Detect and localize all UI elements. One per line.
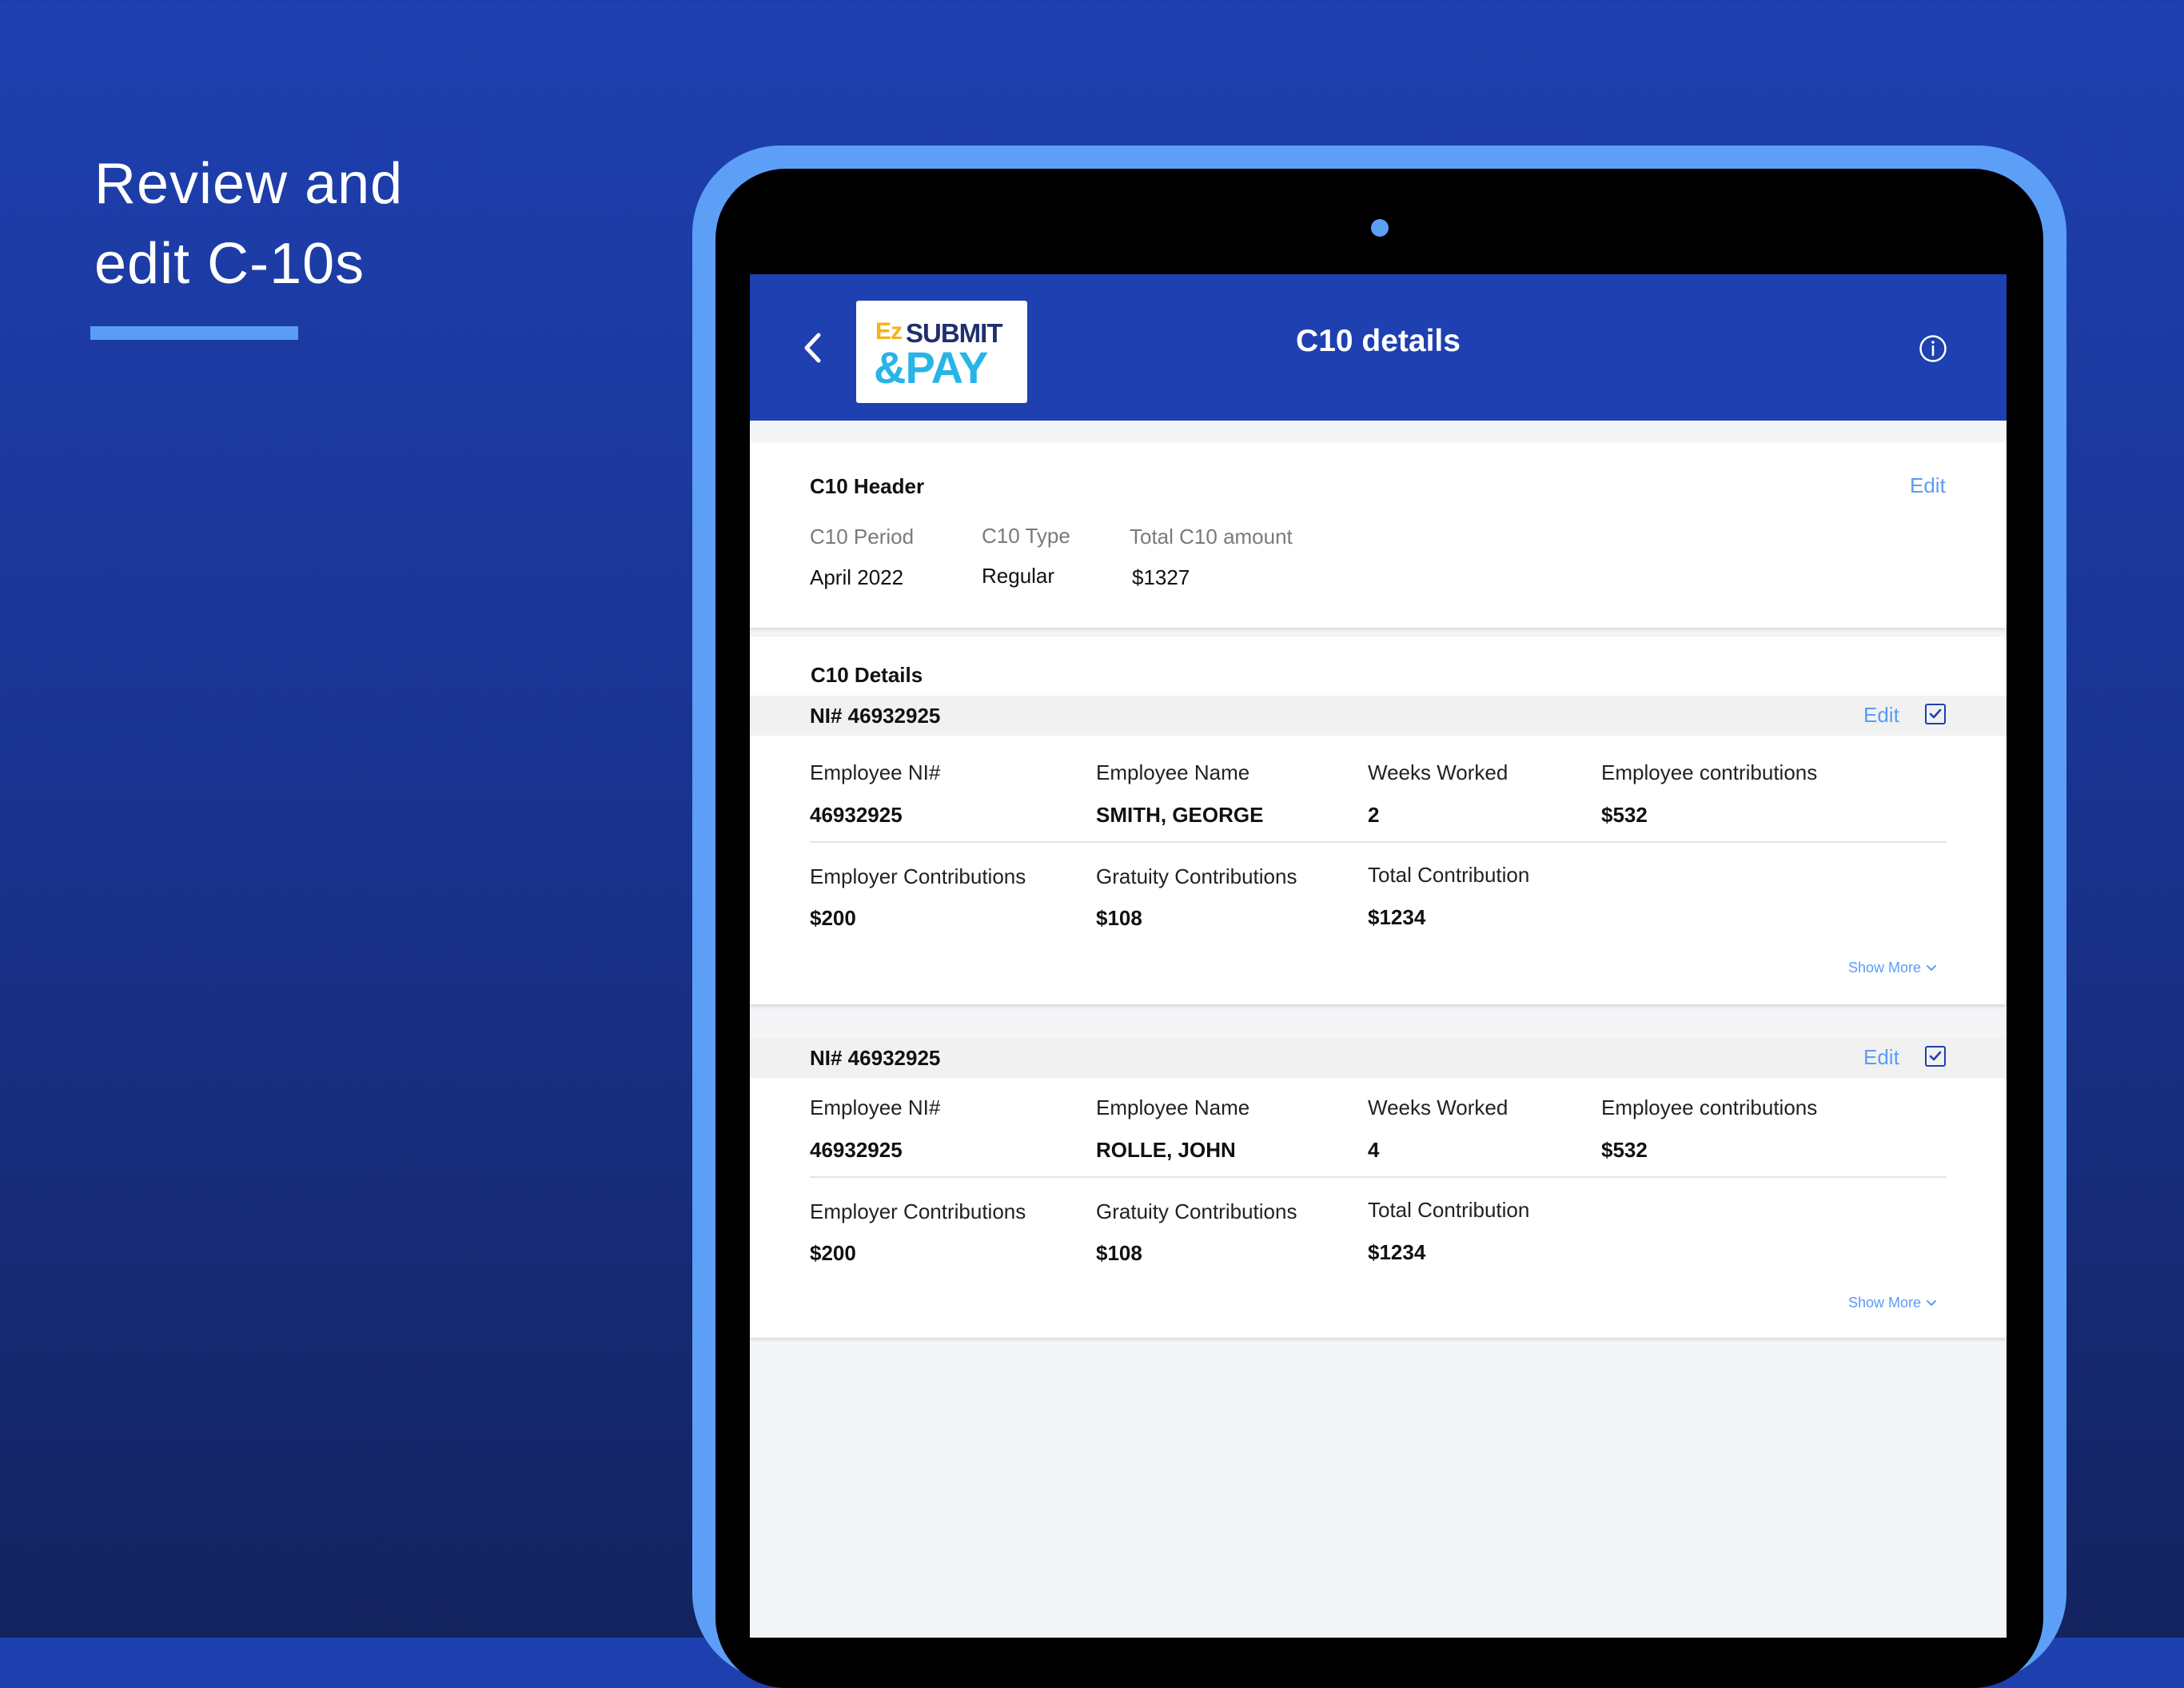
record-edit-button[interactable]: Edit: [1863, 1045, 1899, 1070]
c10-details-card: C10 Details NI# 46932925 Edit Employee N…: [750, 636, 2007, 1004]
total-c10-amount-label: Total C10 amount: [1130, 525, 1293, 549]
c10-record-card-2: NI# 46932925 Edit Employee NI# 46932925 …: [750, 1038, 2007, 1338]
employee-name-value: ROLLE, JOHN: [1096, 1138, 1236, 1162]
gratuity-contributions-value: $108: [1096, 906, 1142, 930]
employer-contributions-label: Employer Contributions: [810, 864, 1026, 888]
employee-name-label: Employee Name: [1096, 1095, 1250, 1119]
promo-title-line-2: edit C-10s: [94, 232, 365, 296]
app-header: Ez SUBMIT &PAY C10 details: [750, 274, 2007, 421]
promo-title: Review and edit C-10s: [94, 144, 574, 304]
c10-type-value: Regular: [982, 564, 1055, 588]
record-divider: [810, 841, 1947, 843]
employee-ni-value: 46932925: [810, 803, 903, 827]
camera-dot: [1371, 219, 1389, 237]
promo-underline: [90, 326, 298, 340]
promo-title-line-1: Review and: [94, 152, 404, 216]
chevron-down-icon: [1927, 1299, 1937, 1306]
gratuity-contributions-label: Gratuity Contributions: [1096, 864, 1297, 888]
info-icon: [1919, 335, 1947, 362]
total-contribution-label: Total Contribution: [1368, 863, 1530, 887]
show-more-label: Show More: [1848, 1295, 1922, 1311]
checkmark-icon: [1929, 1051, 1942, 1061]
record-ni-label: NI# 46932925: [810, 704, 941, 728]
checkmark-icon: [1929, 708, 1942, 719]
record-header-2: NI# 46932925 Edit: [750, 1038, 2007, 1078]
employee-contributions-label: Employee contributions: [1601, 1095, 1818, 1119]
gratuity-contributions-value: $108: [1096, 1241, 1142, 1265]
total-contribution-label: Total Contribution: [1368, 1198, 1530, 1222]
employer-contributions-value: $200: [810, 906, 856, 930]
gratuity-contributions-label: Gratuity Contributions: [1096, 1199, 1297, 1223]
c10-header-title: C10 Header: [810, 474, 925, 498]
c10-header-card: C10 Header Edit C10 Period April 2022 C1…: [750, 442, 2007, 628]
employee-name-label: Employee Name: [1096, 760, 1250, 784]
employee-contributions-value: $532: [1601, 1138, 1648, 1162]
c10-header-edit-button[interactable]: Edit: [1910, 473, 1946, 498]
weeks-worked-label: Weeks Worked: [1368, 1095, 1508, 1119]
c10-period-label: C10 Period: [810, 525, 915, 549]
info-button[interactable]: [1919, 334, 1947, 363]
employee-ni-label: Employee NI#: [810, 1095, 941, 1119]
total-c10-amount-value: $1327: [1132, 565, 1190, 589]
c10-period-value: April 2022: [810, 565, 904, 589]
app-screen: Ez SUBMIT &PAY C10 details C10 Header Ed…: [750, 274, 2007, 1638]
c10-type-label: C10 Type: [982, 524, 1070, 548]
employer-contributions-label: Employer Contributions: [810, 1199, 1026, 1223]
weeks-worked-value: 2: [1368, 803, 1380, 827]
employee-name-value: SMITH, GEORGE: [1096, 803, 1264, 827]
weeks-worked-value: 4: [1368, 1138, 1380, 1162]
employee-ni-value: 46932925: [810, 1138, 903, 1162]
page-title: C10 details: [1296, 324, 1461, 358]
record-edit-button[interactable]: Edit: [1863, 703, 1899, 728]
employer-contributions-value: $200: [810, 1241, 856, 1265]
weeks-worked-label: Weeks Worked: [1368, 760, 1508, 784]
record-checkbox[interactable]: [1925, 704, 1946, 724]
total-contribution-value: $1234: [1368, 905, 1426, 929]
employee-contributions-value: $532: [1601, 803, 1648, 827]
total-contribution-value: $1234: [1368, 1240, 1426, 1264]
record-divider: [810, 1176, 1947, 1178]
chevron-down-icon: [1927, 964, 1937, 971]
record-header-1: NI# 46932925 Edit: [750, 696, 2007, 736]
show-more-label: Show More: [1848, 960, 1922, 976]
c10-details-title: C10 Details: [811, 663, 923, 687]
employee-contributions-label: Employee contributions: [1601, 760, 1818, 784]
record-ni-label: NI# 46932925: [810, 1046, 941, 1070]
show-more-button[interactable]: Show More: [1848, 1295, 1937, 1311]
show-more-button[interactable]: Show More: [1848, 960, 1937, 976]
record-checkbox[interactable]: [1925, 1046, 1946, 1067]
employee-ni-label: Employee NI#: [810, 760, 941, 784]
